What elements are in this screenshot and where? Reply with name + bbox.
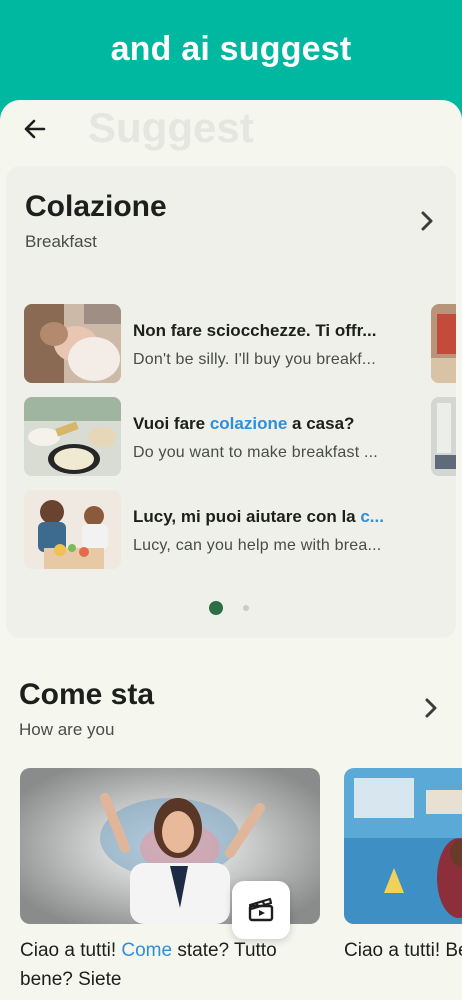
suggest-screen: Suggest Colazione Breakfast Non fare sci… [0,100,462,1000]
next-page-preview[interactable] [431,397,456,476]
promo-banner: and ai suggest [0,0,462,110]
page-dot-active[interactable] [209,601,223,615]
how-are-you-more-button[interactable] [421,696,441,720]
clapperboard-icon [248,897,274,922]
chevron-right-icon [421,211,433,231]
how-are-you-subtitle: How are you [19,720,115,739]
phrase-item[interactable]: Vuoi fare colazione a casa? Do you want … [24,397,404,477]
highlighted-word: c... [360,507,384,526]
banner-title: and ai suggest [110,30,352,68]
video-thumbnail[interactable] [344,768,462,924]
how-are-you-title: Come sta [19,678,155,711]
phrase-italian: Non fare sciocchezze. Ti offr... [133,321,377,340]
back-button[interactable] [20,114,50,144]
phrase-english: Don't be silly. I'll buy you breakf... [133,351,376,368]
page-dot[interactable] [243,605,249,611]
video-caption: Ciao a tutti! Come state? Tutto bene? Si… [20,940,277,990]
highlighted-word: colazione [209,414,288,433]
breakfast-card[interactable]: Colazione Breakfast Non fare sciocchezze… [6,166,456,638]
phrase-english: Lucy, can you help me with brea... [133,537,382,554]
phrase-thumbnail [24,397,121,476]
page-indicator [6,601,456,615]
phrase-item[interactable]: Lucy, mi puoi aiutare con la c... Lucy, … [24,490,404,570]
phrase-item[interactable]: Non fare sciocchezze. Ti offr... Don't b… [24,304,404,384]
highlighted-word: Come [121,940,173,961]
phrase-english: Do you want to make breakfast ... [133,444,378,461]
next-page-preview[interactable] [431,304,456,383]
chevron-right-icon [425,698,437,718]
phrase-thumbnail [24,304,121,383]
video-play-button[interactable] [232,881,290,939]
phrase-italian: Vuoi fare colazione a casa? [133,414,355,433]
breakfast-title: Colazione [25,190,167,223]
breakfast-subtitle: Breakfast [25,232,97,251]
phrase-thumbnail [24,490,121,569]
arrow-left-icon [24,119,46,139]
video-caption: Ciao a tutti! Benvenuti, in [344,940,462,961]
breakfast-more-button[interactable] [417,209,437,233]
phrase-italian: Lucy, mi puoi aiutare con la c... [133,507,384,526]
page-title: Suggest [88,104,254,151]
